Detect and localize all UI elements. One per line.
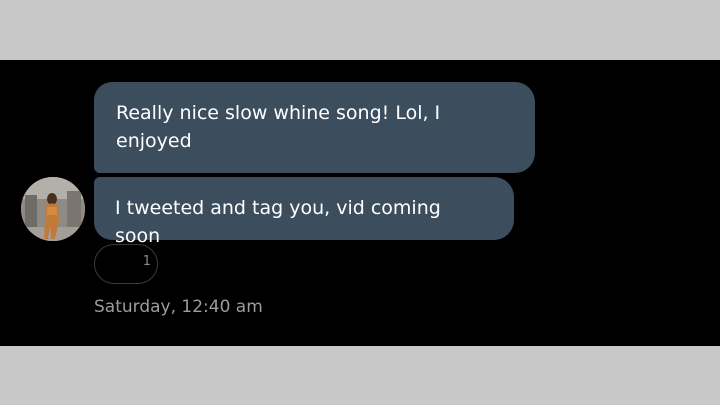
message-text: Really nice slow whine song! Lol, I enjo… [116, 102, 441, 152]
message-bubble[interactable]: Really nice slow whine song! Lol, I enjo… [94, 82, 535, 173]
letterbox-top [0, 0, 720, 60]
letterbox-bottom [0, 346, 720, 405]
avatar-photo-icon [21, 177, 85, 241]
message-bubble[interactable]: I tweeted and tag you, vid coming soon [94, 177, 514, 247]
message-timestamp: Saturday, 12:40 am [94, 297, 263, 317]
reaction-pill[interactable]: 1 [94, 244, 158, 284]
message-text: I tweeted and tag you, vid coming soon [115, 197, 441, 247]
chat-thread: Really nice slow whine song! Lol, I enjo… [0, 60, 720, 346]
reaction-count: 1 [142, 254, 151, 269]
avatar[interactable] [21, 177, 85, 241]
